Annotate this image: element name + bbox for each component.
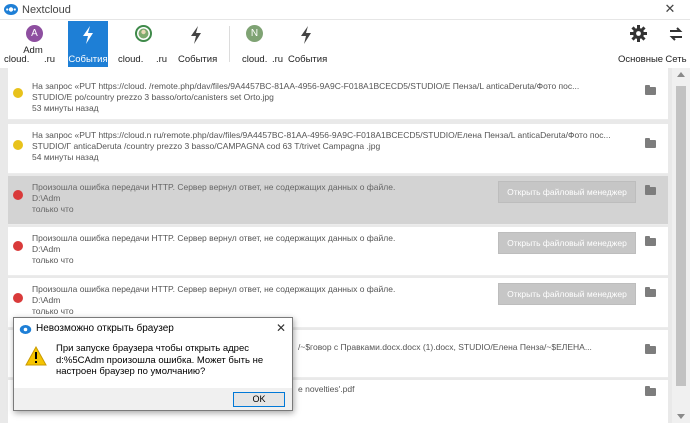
network-label: Сеть bbox=[665, 54, 687, 65]
nextcloud-logo-icon bbox=[4, 4, 18, 15]
lightning-icon bbox=[191, 26, 201, 44]
dialog-body: При запуске браузера чтобы открыть адрес… bbox=[14, 338, 292, 388]
dialog-title: Невозможно открыть браузер bbox=[36, 323, 174, 334]
warning-triangle-icon bbox=[25, 346, 47, 366]
dialog-message: При запуске браузера чтобы открыть адрес… bbox=[56, 343, 264, 377]
open-file-manager-button[interactable]: Открыть файловый менеджер bbox=[498, 232, 636, 254]
network-arrows-icon bbox=[669, 27, 683, 41]
activity-message: Произошла ошибка передачи HTTP. Сервер в… bbox=[32, 284, 396, 294]
open-file-manager-button[interactable]: Открыть файловый менеджер bbox=[498, 283, 636, 305]
account-3-button[interactable]: N cloud. .ru bbox=[234, 21, 286, 67]
activity-time: только что bbox=[32, 255, 74, 265]
window-close-button[interactable]: ✕ bbox=[662, 1, 678, 17]
activity-message: На запрос «PUT https://cloud. /remote.ph… bbox=[32, 81, 580, 91]
error-icon bbox=[13, 293, 23, 303]
settings-label: Основные bbox=[618, 54, 664, 65]
error-icon bbox=[13, 241, 23, 251]
network-button[interactable]: Сеть bbox=[662, 21, 690, 67]
folder-icon[interactable] bbox=[645, 287, 656, 297]
activity-time: 53 минуты назад bbox=[32, 103, 99, 113]
error-icon bbox=[13, 190, 23, 200]
list-scrollbar[interactable] bbox=[672, 68, 690, 423]
activity-tab-2[interactable]: События bbox=[178, 21, 218, 67]
activity-path: D:\Adm bbox=[32, 295, 61, 305]
settings-button[interactable]: Основные bbox=[618, 21, 664, 67]
warning-icon bbox=[13, 88, 23, 98]
activity-path: STUDIO/Е po/country prezzo 3 basso/orto/… bbox=[32, 92, 274, 102]
scroll-up-icon[interactable] bbox=[677, 72, 685, 77]
activity-message: e novelties'.pdf bbox=[298, 384, 355, 394]
toolbar: A Adm cloud. .ru События cloud. .ru Собы… bbox=[0, 20, 690, 68]
folder-icon[interactable] bbox=[645, 185, 656, 195]
activity-message: Произошла ошибка передачи HTTP. Сервер в… bbox=[32, 233, 396, 243]
activity-message: Произошла ошибка передачи HTTP. Сервер в… bbox=[32, 182, 396, 192]
activity-time: только что bbox=[32, 306, 74, 316]
account-2-tld: .ru bbox=[156, 54, 168, 65]
folder-icon[interactable] bbox=[645, 85, 656, 95]
toolbar-separator bbox=[229, 26, 230, 62]
activity-tab-1[interactable]: События bbox=[68, 21, 108, 67]
activity-time: 54 минуты назад bbox=[32, 152, 99, 162]
dialog-footer: OK bbox=[14, 388, 292, 410]
account-3-host: cloud. bbox=[242, 54, 268, 65]
folder-icon[interactable] bbox=[645, 236, 656, 246]
activity-path: D:\Adm bbox=[32, 193, 61, 203]
avatar: N bbox=[246, 25, 263, 42]
gear-icon bbox=[630, 25, 647, 42]
window-title: Nextcloud bbox=[22, 4, 71, 16]
lightning-icon bbox=[83, 26, 93, 44]
title-bar: Nextcloud ✕ bbox=[0, 0, 690, 20]
ok-button[interactable]: OK bbox=[233, 392, 285, 407]
folder-icon[interactable] bbox=[645, 344, 656, 354]
nextcloud-logo-icon bbox=[19, 325, 32, 334]
activity-tab-3-label: События bbox=[288, 54, 328, 65]
activity-tab-3[interactable]: События bbox=[288, 21, 328, 67]
activity-message: /~$говор с Правками.docx.docx (1).docx, … bbox=[298, 342, 592, 352]
scroll-thumb[interactable] bbox=[676, 86, 686, 386]
activity-time: только что bbox=[32, 204, 74, 214]
account-1-button[interactable]: A Adm cloud. .ru bbox=[0, 21, 66, 67]
warning-icon bbox=[13, 140, 23, 150]
list-item[interactable]: Произошла ошибка передачи HTTP. Сервер в… bbox=[8, 227, 668, 276]
activity-path: STUDIO/Г anticaDeruta /country prezzo 3 … bbox=[32, 141, 381, 151]
folder-icon[interactable] bbox=[645, 386, 656, 396]
account-1-host: cloud. bbox=[4, 54, 30, 65]
account-2-host: cloud. bbox=[118, 54, 144, 65]
avatar: A bbox=[26, 25, 43, 42]
account-3-tld: .ru bbox=[272, 54, 284, 65]
account-2-button[interactable]: cloud. .ru bbox=[110, 21, 176, 67]
scroll-down-icon[interactable] bbox=[677, 414, 685, 419]
list-item[interactable]: Произошла ошибка передачи HTTP. Сервер в… bbox=[8, 176, 668, 225]
activity-tab-2-label: События bbox=[178, 54, 218, 65]
avatar-image-icon bbox=[138, 28, 149, 39]
list-item[interactable]: На запрос «PUT https://cloud. /remote.ph… bbox=[8, 68, 668, 120]
avatar bbox=[135, 25, 152, 42]
activity-path: D:\Adm bbox=[32, 244, 61, 254]
activity-tab-1-label: События bbox=[68, 54, 108, 65]
open-file-manager-button[interactable]: Открыть файловый менеджер bbox=[498, 181, 636, 203]
folder-icon[interactable] bbox=[645, 138, 656, 148]
activity-message: На запрос «PUT https://cloud.n ru/remote… bbox=[32, 130, 611, 140]
dialog-close-button[interactable]: ✕ bbox=[276, 321, 286, 335]
lightning-icon bbox=[301, 26, 311, 44]
cannot-open-browser-dialog: Невозможно открыть браузер ✕ При запуске… bbox=[13, 317, 293, 411]
account-1-tld: .ru bbox=[44, 54, 56, 65]
list-item[interactable]: На запрос «PUT https://cloud.n ru/remote… bbox=[8, 124, 668, 174]
